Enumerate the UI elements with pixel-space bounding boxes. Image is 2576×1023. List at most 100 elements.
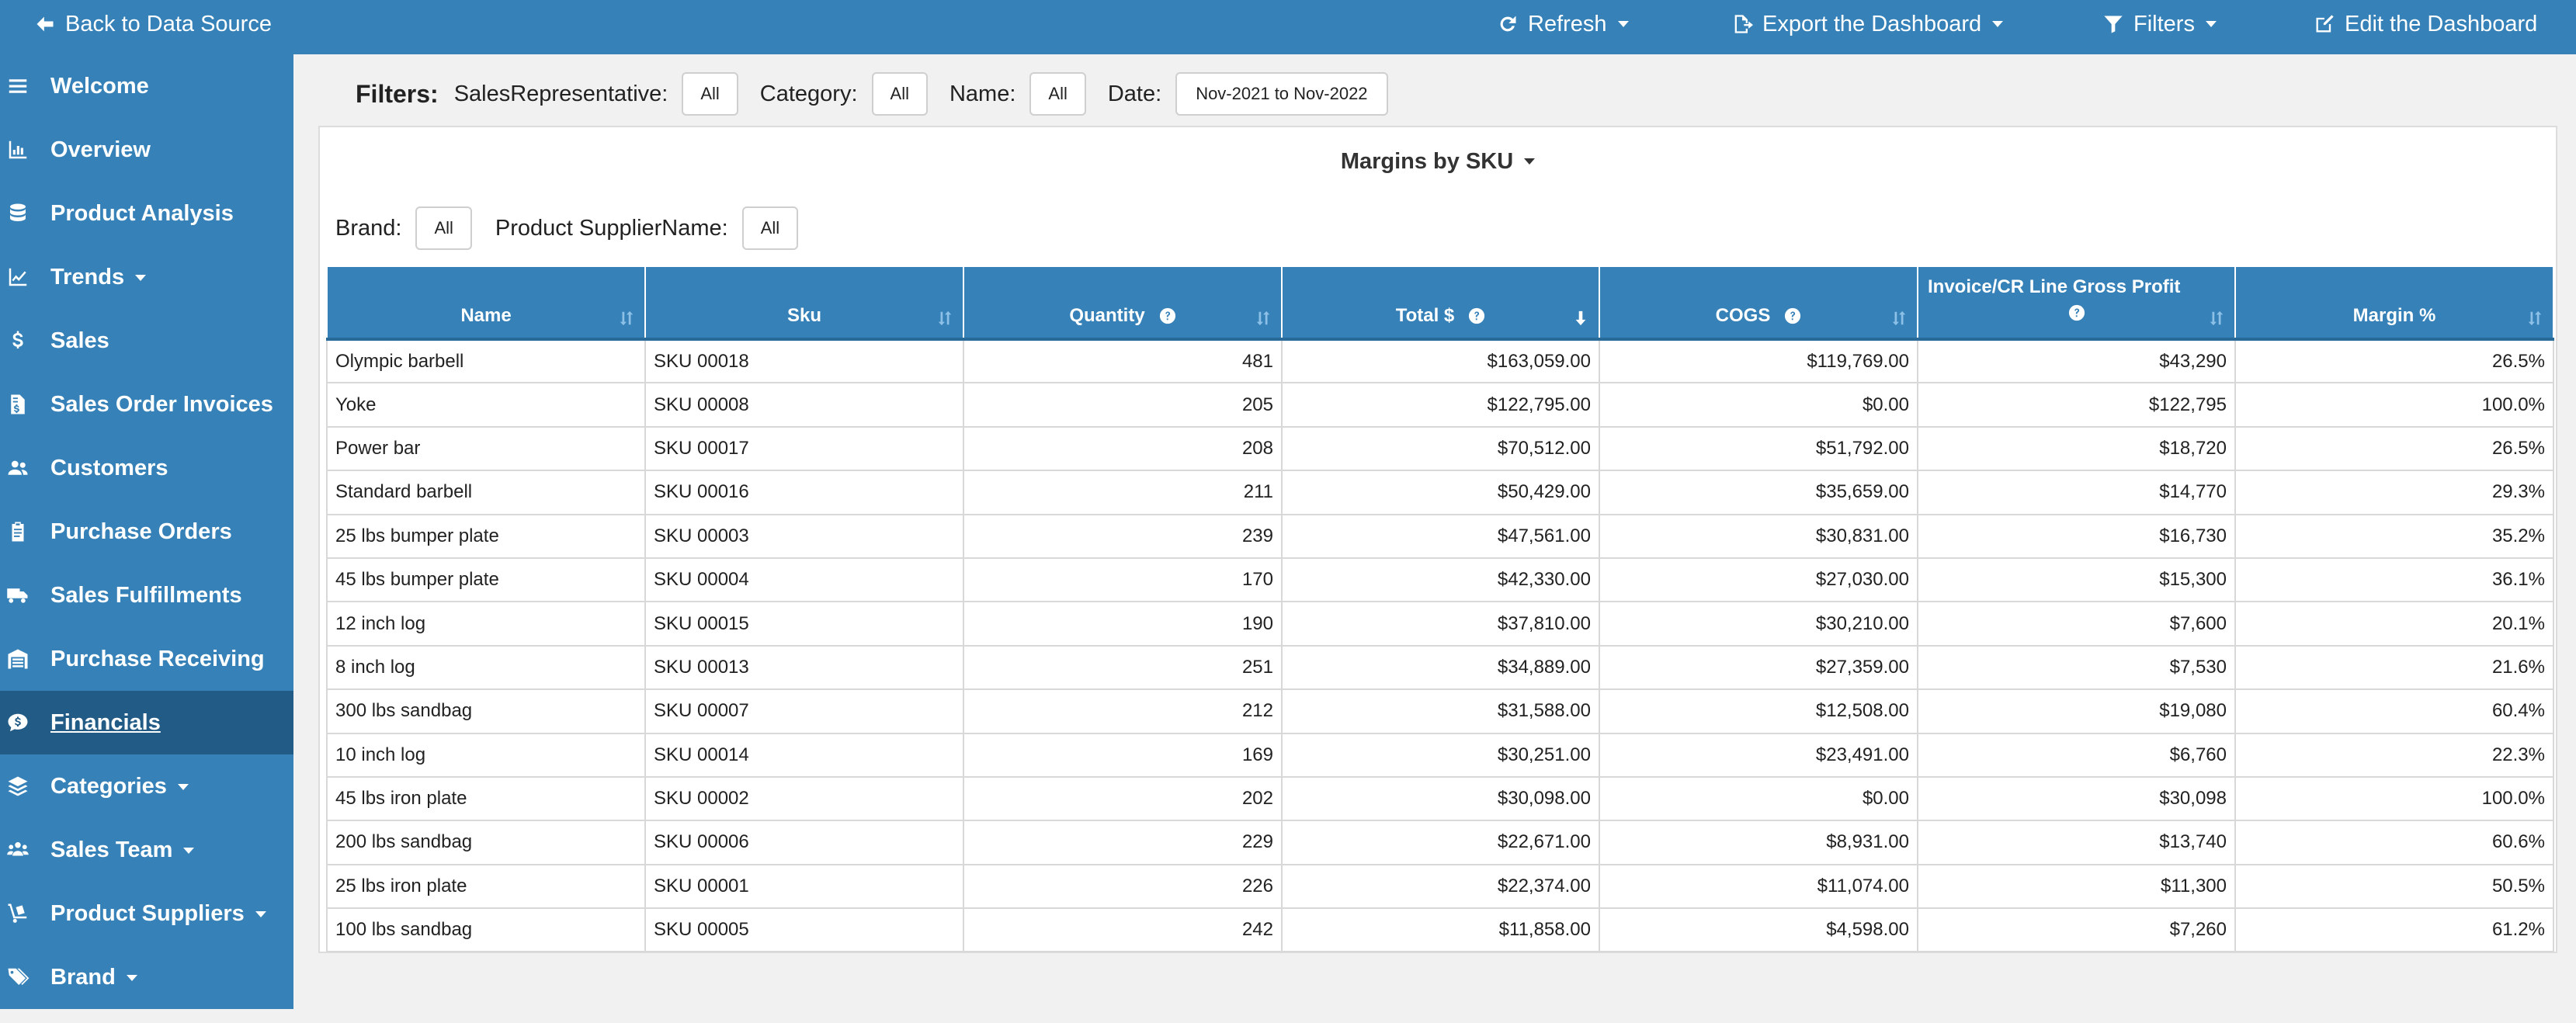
- cell-total: $30,098.00: [1281, 775, 1600, 822]
- refresh-icon: [1500, 16, 1516, 32]
- category-filter[interactable]: All: [871, 72, 928, 116]
- table-row[interactable]: Olympic barbell SKU 00018 481 $163,059.00 $1…: [326, 338, 2554, 384]
- cell-name: Yoke: [326, 382, 646, 428]
- sidebar-item-customers[interactable]: Customers: [0, 436, 293, 500]
- table-row[interactable]: 12 inch log SKU 00015 190 $37,810.00 $30,210…: [326, 601, 2554, 647]
- sort-icon[interactable]: [936, 310, 953, 327]
- column-header-quantity[interactable]: Quantity: [963, 265, 1283, 341]
- table-row[interactable]: 25 lbs iron plate SKU 00001 226 $22,374.00 $…: [326, 863, 2554, 910]
- panel-filters: Brand: All Product SupplierName: All: [335, 205, 821, 251]
- sidebar-item-sales[interactable]: Sales: [0, 309, 293, 373]
- sidebar-item-categories[interactable]: Categories: [0, 754, 293, 818]
- table-row[interactable]: 8 inch log SKU 00013 251 $34,889.00 $27,359.…: [326, 644, 2554, 691]
- table-row[interactable]: 10 inch log SKU 00014 169 $30,251.00 $23,491…: [326, 732, 2554, 778]
- edit-icon: [2316, 15, 2334, 33]
- sidebar-item-sales-team[interactable]: Sales Team: [0, 818, 293, 882]
- sidebar-item-product-suppliers[interactable]: Product Suppliers: [0, 882, 293, 945]
- table-row[interactable]: Standard barbell SKU 00016 211 $50,429.00 $3…: [326, 470, 2554, 515]
- sidebar-item-financials[interactable]: Financials: [0, 691, 293, 754]
- column-header-sku[interactable]: Sku: [644, 265, 964, 341]
- table-row[interactable]: 100 lbs sandbag SKU 00005 242 $11,858.00 $4,…: [326, 907, 2554, 953]
- sidebar-item-sales-order-invoices[interactable]: Sales Order Invoices: [0, 373, 293, 436]
- column-header-total[interactable]: Total $: [1281, 265, 1600, 341]
- cell-cogs: $30,210.00: [1599, 601, 1918, 647]
- cell-gross-profit: $19,080: [1917, 688, 2236, 734]
- column-header-name[interactable]: Name: [326, 265, 646, 341]
- name-filter[interactable]: All: [1029, 72, 1086, 116]
- supplier-filter[interactable]: All: [741, 206, 799, 250]
- cell-sku: SKU 00014: [644, 732, 964, 778]
- sidebar-item-brand[interactable]: Brand: [0, 945, 293, 1009]
- sidebar-item-purchase-orders[interactable]: Purchase Orders: [0, 500, 293, 564]
- filters-title: Filters:: [356, 79, 439, 108]
- cell-sku: SKU 00006: [644, 820, 964, 865]
- export-dashboard-button[interactable]: Export the Dashboard: [1731, 0, 2004, 48]
- table-row[interactable]: Yoke SKU 00008 205 $122,795.00 $0.00 $122,795…: [326, 382, 2554, 428]
- table-row[interactable]: Power bar SKU 00017 208 $70,512.00 $51,792.0…: [326, 425, 2554, 472]
- column-header-margin[interactable]: Margin %: [2234, 265, 2554, 341]
- question-icon[interactable]: [1468, 307, 1485, 324]
- column-header-gross-profit[interactable]: Invoice/CR Line Gross Profit: [1917, 265, 2236, 341]
- sort-icon[interactable]: [1890, 310, 1908, 327]
- cell-cogs: $23,491.00: [1599, 732, 1918, 778]
- table-row[interactable]: 45 lbs iron plate SKU 00002 202 $30,098.00 $…: [326, 775, 2554, 822]
- cell-quantity: 170: [963, 557, 1283, 603]
- question-icon[interactable]: [1159, 307, 1176, 324]
- back-to-data-source-link[interactable]: Back to Data Source: [34, 0, 272, 48]
- funnel-icon: [2104, 16, 2123, 33]
- cell-name: 25 lbs bumper plate: [326, 513, 646, 559]
- table-row[interactable]: 300 lbs sandbag SKU 00007 212 $31,588.00 $12…: [326, 688, 2554, 734]
- header-label: Name: [460, 305, 512, 326]
- brand-filter[interactable]: All: [415, 206, 472, 250]
- sort-icon[interactable]: [2526, 310, 2543, 327]
- column-header-cogs[interactable]: COGS: [1599, 265, 1918, 341]
- sort-icon[interactable]: [1255, 310, 1272, 327]
- sidebar: Welcome Overview Product Analysis Trends…: [0, 54, 293, 1009]
- table-row[interactable]: 200 lbs sandbag SKU 00006 229 $22,671.00 $8,…: [326, 820, 2554, 865]
- edit-dashboard-button[interactable]: Edit the Dashboard: [2314, 0, 2537, 48]
- cell-total: $122,795.00: [1281, 382, 1600, 428]
- date-filter[interactable]: Nov-2021 to Nov-2022: [1175, 72, 1388, 116]
- cell-total: $42,330.00: [1281, 557, 1600, 603]
- cell-quantity: 229: [963, 820, 1283, 865]
- users-icon: [8, 460, 28, 475]
- cell-sku: SKU 00018: [644, 338, 964, 384]
- cell-cogs: $12,508.00: [1599, 688, 1918, 734]
- sort-icon[interactable]: [2208, 310, 2225, 327]
- cell-name: 100 lbs sandbag: [326, 907, 646, 953]
- cell-name: 25 lbs iron plate: [326, 863, 646, 910]
- cell-quantity: 212: [963, 688, 1283, 734]
- refresh-button[interactable]: Refresh: [1497, 0, 1629, 48]
- table-row[interactable]: 45 lbs bumper plate SKU 00004 170 $42,330.0…: [326, 557, 2554, 603]
- cell-cogs: $0.00: [1599, 382, 1918, 428]
- sidebar-item-product-analysis[interactable]: Product Analysis: [0, 182, 293, 245]
- cell-quantity: 251: [963, 644, 1283, 691]
- sidebar-item-welcome[interactable]: Welcome: [0, 54, 293, 118]
- money-chat-icon: [8, 713, 28, 732]
- sidebar-item-overview[interactable]: Overview: [0, 118, 293, 182]
- filters-menu-button[interactable]: Filters: [2102, 0, 2217, 48]
- sidebar-item-trends[interactable]: Trends: [0, 245, 293, 309]
- cell-quantity: 190: [963, 601, 1283, 647]
- cell-quantity: 211: [963, 470, 1283, 515]
- sales-rep-filter[interactable]: All: [682, 72, 738, 116]
- chevron-down-icon: [1992, 21, 2004, 27]
- margins-by-sku-panel: Margins by SKU Brand: All Product Suppli…: [318, 126, 2557, 953]
- cell-gross-profit: $11,300: [1917, 863, 2236, 910]
- cell-total: $22,374.00: [1281, 863, 1600, 910]
- question-icon[interactable]: [2068, 304, 2085, 321]
- table-row[interactable]: 25 lbs bumper plate SKU 00003 239 $47,561.0…: [326, 513, 2554, 559]
- chart-bar-icon: [9, 140, 27, 159]
- sidebar-item-purchase-receiving[interactable]: Purchase Receiving: [0, 627, 293, 691]
- cell-name: 8 inch log: [326, 644, 646, 691]
- sidebar-item-label: Purchase Receiving: [50, 646, 265, 671]
- sort-icon[interactable]: [618, 310, 635, 327]
- edit-label: Edit the Dashboard: [2345, 11, 2538, 36]
- sort-descending-icon[interactable]: [1572, 310, 1589, 327]
- cell-margin: 100.0%: [2234, 382, 2554, 428]
- panel-title-dropdown[interactable]: Margins by SKU: [320, 138, 2556, 185]
- sidebar-item-sales-fulfillments[interactable]: Sales Fulfillments: [0, 564, 293, 627]
- cell-margin: 21.6%: [2234, 644, 2554, 691]
- question-icon[interactable]: [1784, 307, 1801, 324]
- cell-gross-profit: $15,300: [1917, 557, 2236, 603]
